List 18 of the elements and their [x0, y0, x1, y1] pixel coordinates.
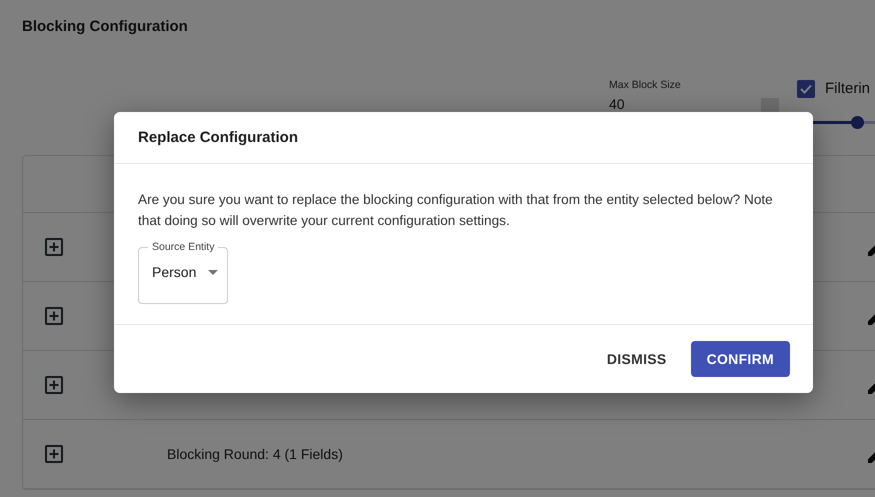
- dismiss-button[interactable]: DISMISS: [598, 340, 675, 378]
- row-label: Blocking Round: 4 (1 Fields): [167, 444, 343, 464]
- source-entity-select[interactable]: Source Entity Person: [138, 242, 228, 304]
- select-value: Person: [152, 262, 196, 282]
- dialog-message: Are you sure you want to replace the blocking configuration with that from the entity selected below? Note that doing so will overwrite your current configuration settings.: [138, 191, 774, 230]
- expand-icon[interactable]: [44, 444, 64, 464]
- checkbox[interactable]: [797, 80, 815, 98]
- number-field[interactable]: 40: [609, 94, 625, 115]
- expand-icon[interactable]: [44, 306, 64, 326]
- expand-icon[interactable]: [44, 237, 64, 257]
- page-title: Blocking Configuration: [21, 17, 189, 36]
- select-label: Source Entity: [151, 242, 216, 252]
- caret-icon: [208, 270, 218, 274]
- confirm-button[interactable]: CONFIRM: [690, 341, 790, 377]
- expand-icon[interactable]: [44, 375, 64, 395]
- dialog-title: Replace Configuration: [138, 129, 300, 147]
- checkbox-label: Filterin: [825, 79, 870, 99]
- field-label: Max Block Size: [609, 78, 682, 93]
